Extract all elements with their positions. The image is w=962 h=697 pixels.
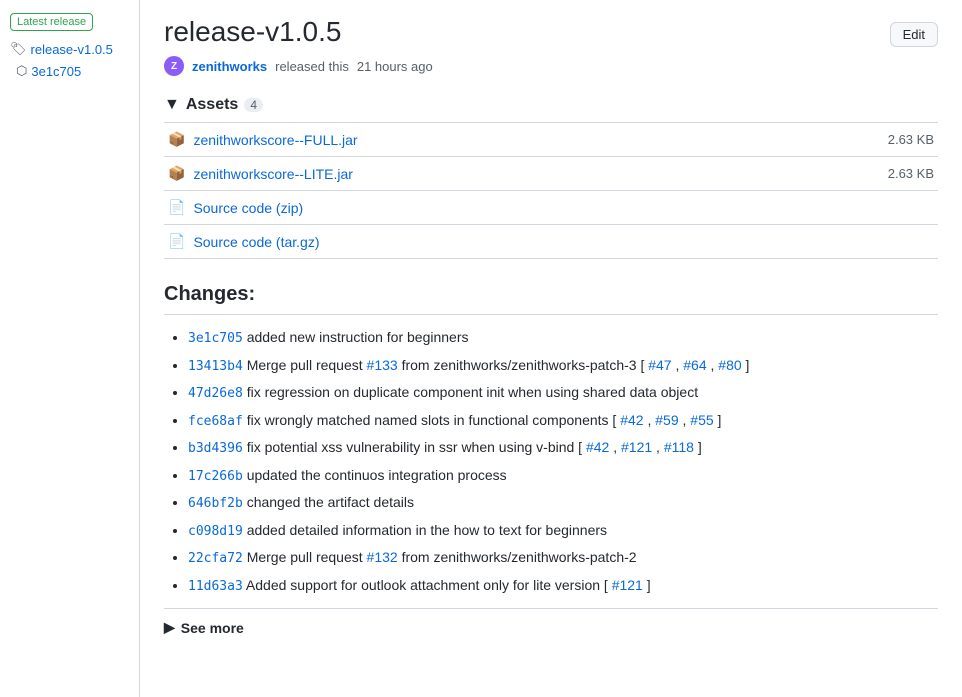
changes-section: Changes: 3e1c705 added new instruction f… (164, 283, 938, 636)
issue-118-link[interactable]: #118 (664, 439, 694, 455)
assets-count: 4 (244, 98, 263, 112)
list-item: 646bf2b changed the artifact details (188, 492, 938, 514)
see-more-label: See more (181, 620, 244, 636)
pr-133-link[interactable]: #133 (367, 357, 398, 373)
asset-full-jar-link[interactable]: zenithworkscore--FULL.jar (193, 132, 357, 148)
issue-59-link[interactable]: #59 (655, 412, 678, 428)
asset-full-jar-size: 2.63 KB (888, 132, 934, 147)
issue-55-link[interactable]: #55 (690, 412, 713, 428)
list-item: 11d63a3 Added support for outlook attach… (188, 575, 938, 597)
list-item: 17c266b updated the continuos integratio… (188, 465, 938, 487)
sidebar-release-label: release-v1.0.5 (31, 42, 113, 57)
assets-title: Assets (186, 96, 238, 114)
commit-hash-7[interactable]: 646bf2b (188, 496, 243, 511)
commit-text-9b: from zenithworks/zenithworks-patch-2 (402, 549, 637, 565)
see-more-chevron: ▶ (164, 619, 175, 636)
sidebar-release-link[interactable]: 🏷 release-v1.0.5 (10, 41, 129, 57)
commit-text-1: added new instruction for beginners (247, 329, 469, 345)
list-item: 13413b4 Merge pull request #133 from zen… (188, 355, 938, 377)
source-zip-item: 📄 Source code (zip) (164, 191, 938, 225)
source-targz-item: 📄 Source code (tar.gz) (164, 225, 938, 259)
edit-button[interactable]: Edit (890, 22, 938, 47)
commit-text-8: added detailed information in the how to… (247, 522, 607, 538)
changes-list: 3e1c705 added new instruction for beginn… (164, 327, 938, 596)
commit-text-10: Added support for outlook attachment onl… (246, 577, 612, 593)
asset-lite-jar-link[interactable]: zenithworkscore--LITE.jar (193, 166, 353, 182)
issue-121-link-b[interactable]: #121 (612, 577, 643, 593)
commit-text-3: fix regression on duplicate component in… (247, 384, 698, 400)
issue-42-link-b[interactable]: #42 (586, 439, 609, 455)
commit-hash-1[interactable]: 3e1c705 (188, 331, 243, 346)
list-item: fce68af fix wrongly matched named slots … (188, 410, 938, 432)
commit-text-9: Merge pull request (247, 549, 367, 565)
list-item: 47d26e8 fix regression on duplicate comp… (188, 382, 938, 404)
assets-chevron: ▼ (164, 96, 180, 114)
list-item: b3d4396 fix potential xss vulnerability … (188, 437, 938, 459)
assets-list: 📦 zenithworkscore--FULL.jar 2.63 KB 📦 ze… (164, 122, 938, 259)
commit-hash-9[interactable]: 22cfa72 (188, 551, 243, 566)
issue-80-link[interactable]: #80 (718, 357, 741, 373)
asset-item: 📦 zenithworkscore--LITE.jar 2.63 KB (164, 157, 938, 191)
asset-lite-jar-size: 2.63 KB (888, 166, 934, 181)
author-avatar: Z (164, 56, 184, 76)
commit-text-2b: from zenithworks/zenithworks-patch-3 [ (402, 357, 649, 373)
commit-hash-10[interactable]: 11d63a3 (188, 579, 243, 594)
list-item: c098d19 added detailed information in th… (188, 520, 938, 542)
issue-47-link[interactable]: #47 (648, 357, 671, 373)
commit-text-5: fix potential xss vulnerability in ssr w… (247, 439, 586, 455)
list-item: 3e1c705 added new instruction for beginn… (188, 327, 938, 349)
jar-file-icon: 📦 (168, 131, 185, 148)
pr-132-link[interactable]: #132 (367, 549, 398, 565)
commit-text-7: changed the artifact details (247, 494, 414, 510)
tag-icon: 🏷 (10, 41, 27, 57)
sidebar-commit-link[interactable]: ⬡ 3e1c705 (16, 63, 129, 79)
commit-text-6: updated the continuos integration proces… (247, 467, 507, 483)
targz-file-icon: 📄 (168, 233, 185, 250)
main-content: release-v1.0.5 Edit Z zenithworks releas… (140, 0, 962, 697)
asset-item: 📦 zenithworkscore--FULL.jar 2.63 KB (164, 123, 938, 157)
release-time: 21 hours ago (357, 59, 433, 74)
changes-divider (164, 314, 938, 315)
asset-left: 📦 zenithworkscore--FULL.jar (168, 131, 358, 148)
sidebar: Latest release 🏷 release-v1.0.5 ⬡ 3e1c70… (0, 0, 140, 697)
release-meta: Z zenithworks released this 21 hours ago (164, 56, 938, 76)
issue-64-link[interactable]: #64 (683, 357, 706, 373)
commit-hash-6[interactable]: 17c266b (188, 469, 243, 484)
sidebar-commit-label: 3e1c705 (31, 64, 81, 79)
commit-icon: ⬡ (16, 63, 27, 79)
commit-hash-4[interactable]: fce68af (188, 414, 243, 429)
release-title: release-v1.0.5 (164, 16, 341, 48)
commit-hash-5[interactable]: b3d4396 (188, 441, 243, 456)
zip-file-icon: 📄 (168, 199, 185, 216)
see-more[interactable]: ▶ See more (164, 608, 938, 636)
source-zip-link[interactable]: Source code (zip) (193, 200, 303, 216)
latest-release-badge[interactable]: Latest release (10, 13, 93, 31)
commit-hash-8[interactable]: c098d19 (188, 524, 243, 539)
changes-title: Changes: (164, 283, 938, 306)
commit-text-4: fix wrongly matched named slots in funct… (247, 412, 621, 428)
author-link[interactable]: zenithworks (192, 59, 267, 74)
assets-header[interactable]: ▼ Assets 4 (164, 96, 938, 114)
assets-section: ▼ Assets 4 📦 zenithworkscore--FULL.jar 2… (164, 96, 938, 259)
release-action: released this (275, 59, 349, 74)
commit-text-2: Merge pull request (247, 357, 367, 373)
release-header: release-v1.0.5 Edit (164, 16, 938, 48)
source-targz-link[interactable]: Source code (tar.gz) (193, 234, 319, 250)
jar-file-icon-2: 📦 (168, 165, 185, 182)
asset-left: 📦 zenithworkscore--LITE.jar (168, 165, 353, 182)
commit-hash-2[interactable]: 13413b4 (188, 359, 243, 374)
commit-hash-3[interactable]: 47d26e8 (188, 386, 243, 401)
issue-42-link-a[interactable]: #42 (620, 412, 643, 428)
issue-121-link-a[interactable]: #121 (621, 439, 652, 455)
list-item: 22cfa72 Merge pull request #132 from zen… (188, 547, 938, 569)
